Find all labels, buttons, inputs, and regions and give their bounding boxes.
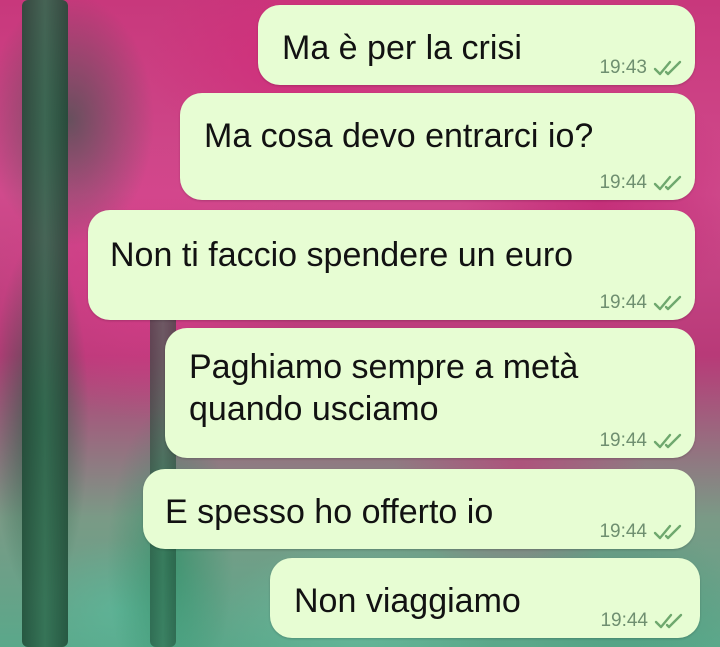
message-time: 19:44 <box>599 172 647 193</box>
message-meta: 19:44 <box>599 172 685 194</box>
wallpaper-tree-trunk <box>22 0 68 647</box>
message-text: Ma cosa devo entrarci io? <box>204 117 594 155</box>
message-meta: 19:44 <box>599 521 685 543</box>
message-text: Non viaggiamo <box>294 582 521 620</box>
double-check-icon <box>654 613 683 629</box>
message-meta: 19:44 <box>600 610 686 632</box>
double-check-icon <box>653 295 682 311</box>
message-time: 19:44 <box>600 610 648 631</box>
message-text: Non ti faccio spendere un euro <box>110 236 574 274</box>
message-meta: 19:43 <box>599 57 685 79</box>
double-check-icon <box>653 60 682 76</box>
message-text: E spesso ho offerto io <box>165 493 494 531</box>
message-bubble[interactable]: Paghiamo sempre a metà quando usciamo 19… <box>165 328 695 458</box>
message-bubble[interactable]: Non viaggiamo 19:44 <box>270 558 700 638</box>
message-time: 19:44 <box>599 430 647 451</box>
double-check-icon <box>653 175 682 191</box>
message-bubble[interactable]: Ma è per la crisi 19:43 <box>258 5 695 85</box>
message-meta: 19:44 <box>599 292 685 314</box>
message-text: Ma è per la crisi <box>282 29 522 67</box>
double-check-icon <box>653 433 682 449</box>
message-time: 19:44 <box>599 292 647 313</box>
double-check-icon <box>653 524 682 540</box>
message-meta: 19:44 <box>599 430 685 452</box>
message-bubble[interactable]: Ma cosa devo entrarci io? 19:44 <box>180 93 695 200</box>
message-time: 19:44 <box>599 521 647 542</box>
message-text: Paghiamo sempre a metà quando usciamo <box>189 348 579 428</box>
message-bubble[interactable]: Non ti faccio spendere un euro 19:44 <box>88 210 695 320</box>
message-bubble[interactable]: E spesso ho offerto io 19:44 <box>143 469 695 549</box>
message-time: 19:43 <box>599 57 647 78</box>
